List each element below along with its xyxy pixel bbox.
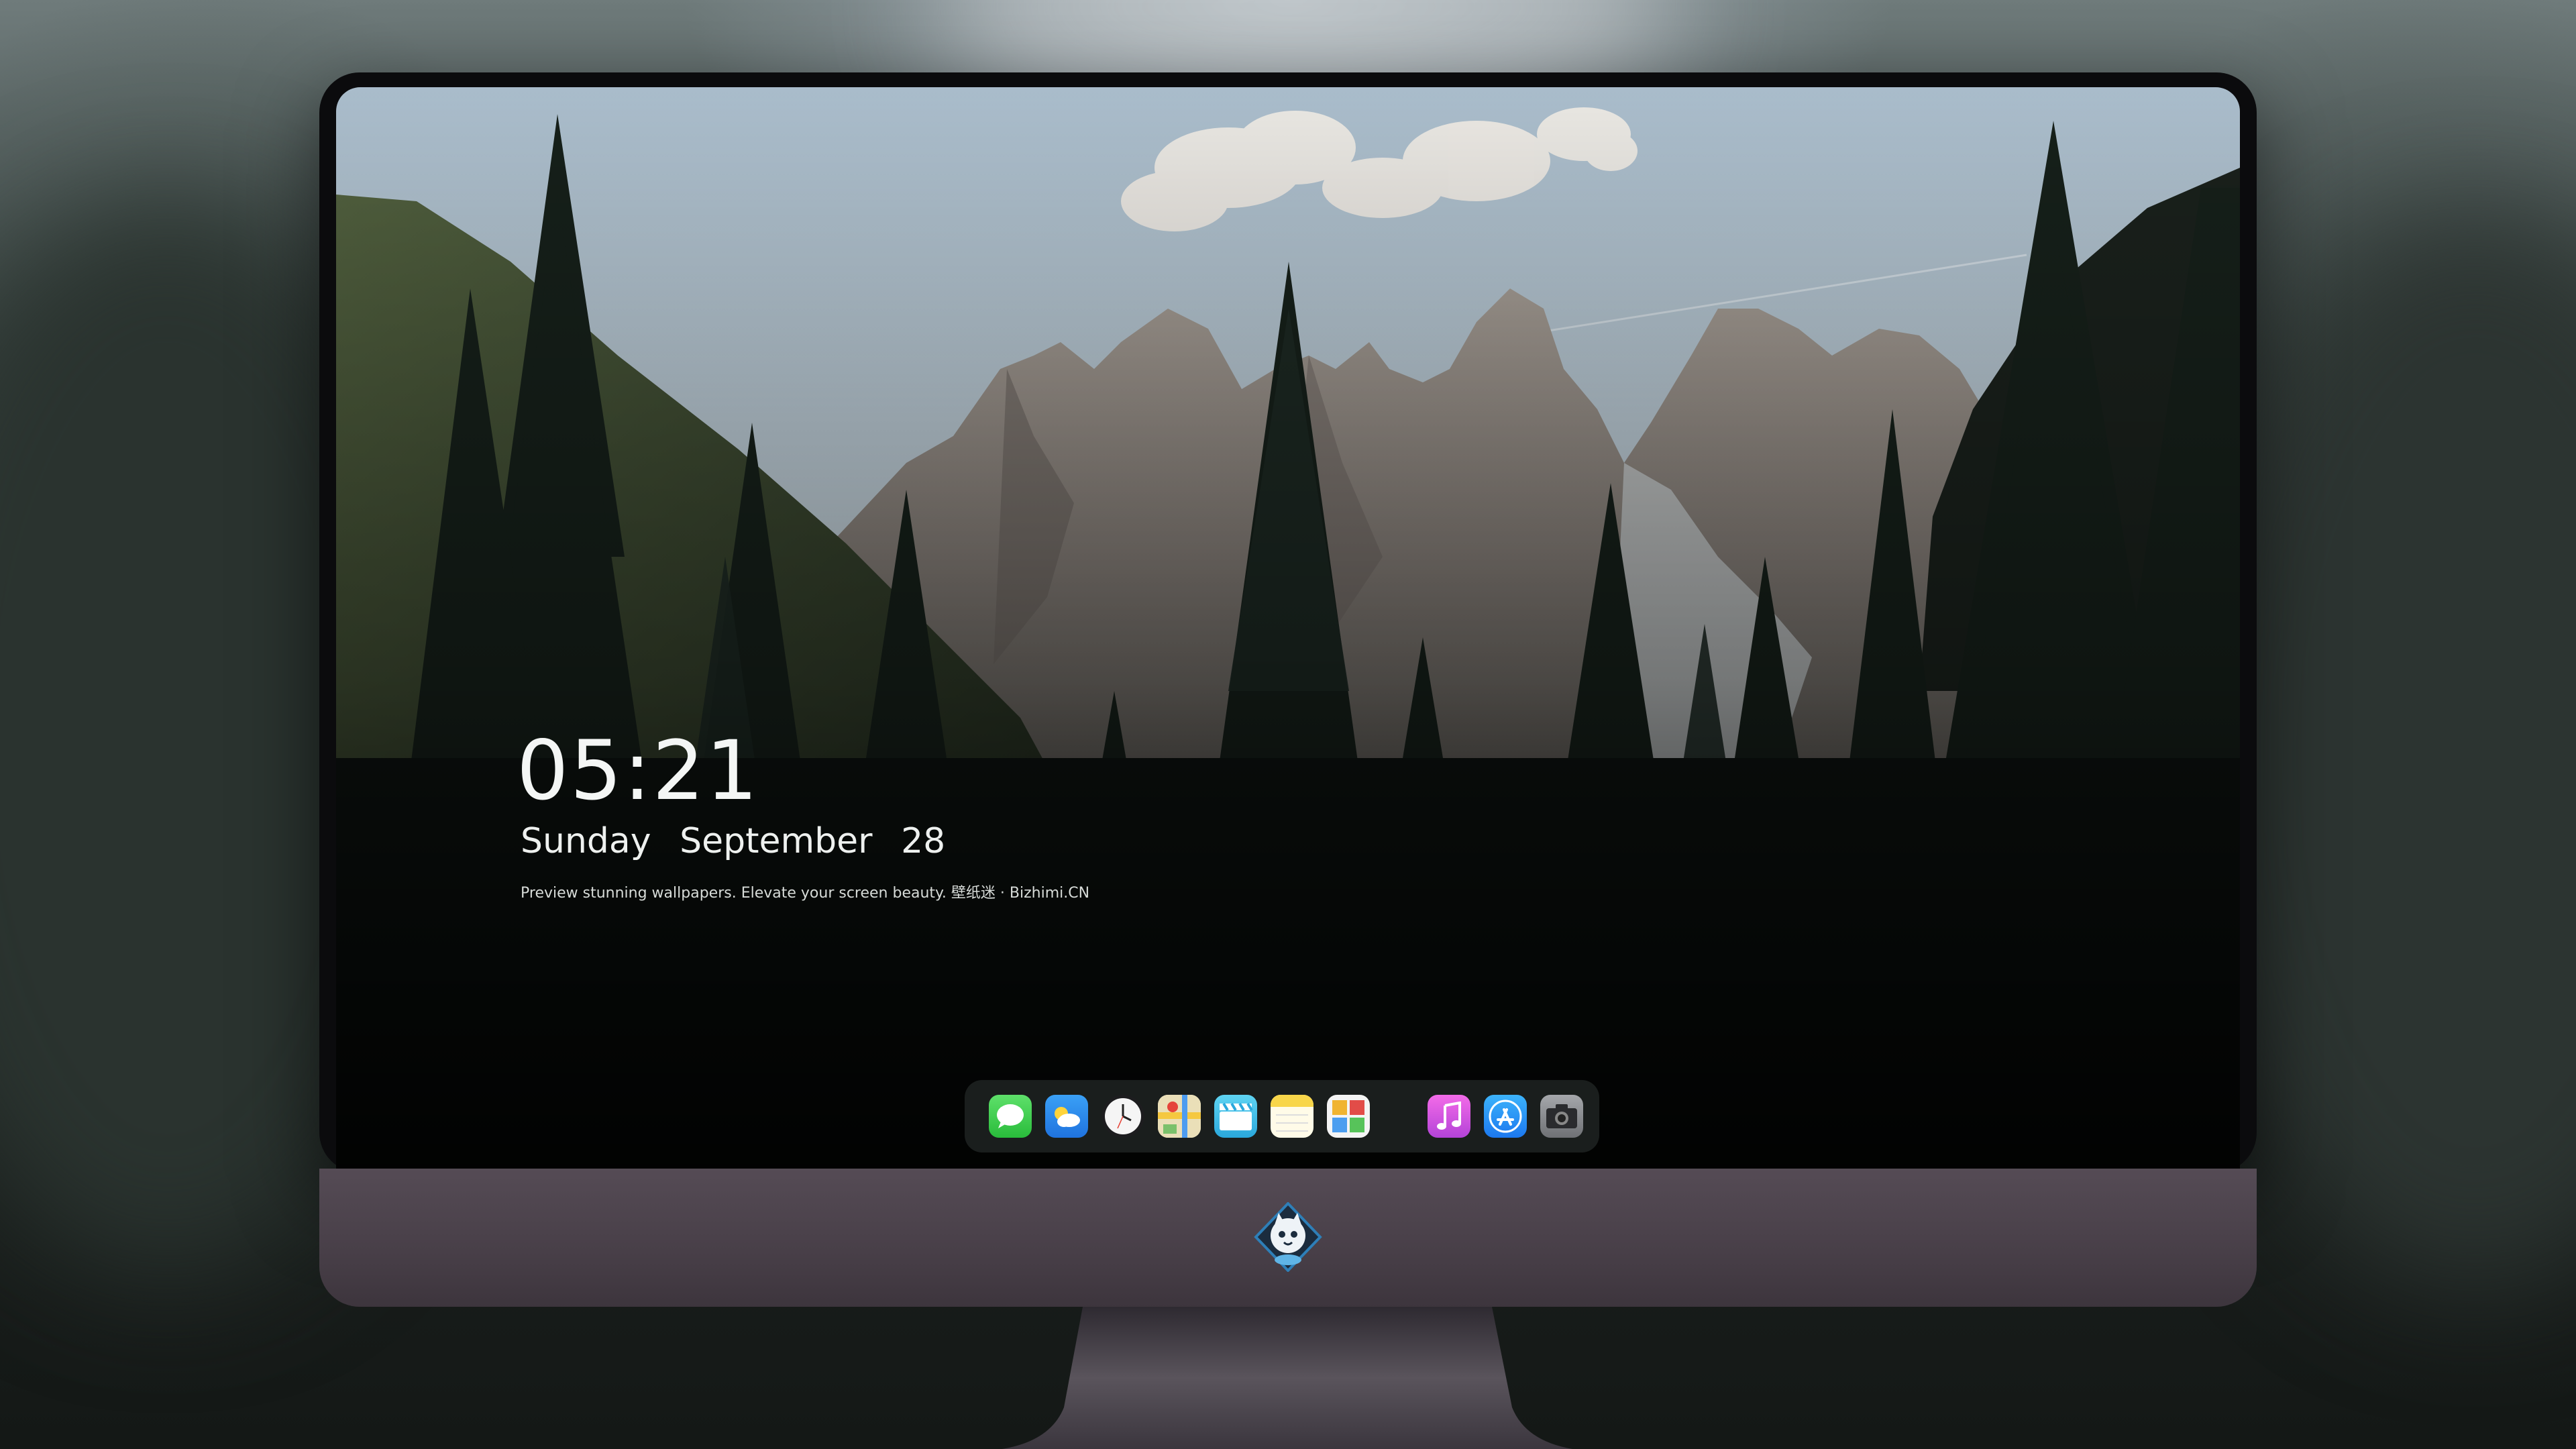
weather-icon[interactable] [1045,1095,1088,1138]
camera-icon[interactable] [1540,1095,1583,1138]
wallpaper-tagline: Preview stunning wallpapers. Elevate you… [521,885,1090,902]
app-store-icon[interactable] [1484,1095,1527,1138]
music-icon[interactable] [1428,1095,1470,1138]
date-month: September [680,821,873,861]
date-day: 28 [901,821,946,861]
app-dock [965,1080,1599,1152]
mountain-wallpaper [336,87,2240,1169]
desktop-screen [336,87,2240,1169]
notes-icon[interactable] [1271,1095,1313,1138]
clock-icon[interactable] [1102,1095,1144,1138]
date-weekday: Sunday [521,821,651,861]
photos-icon[interactable] [1327,1095,1370,1138]
lock-screen-time: 05:21 [517,723,759,818]
monitor-stand [1002,1307,1572,1449]
maps-icon[interactable] [1158,1095,1201,1138]
messages-icon[interactable] [989,1095,1032,1138]
clapperboard-icon[interactable] [1214,1095,1257,1138]
mascot-badge-logo [1253,1201,1323,1273]
lock-screen-date: Sunday September 28 [521,824,945,859]
